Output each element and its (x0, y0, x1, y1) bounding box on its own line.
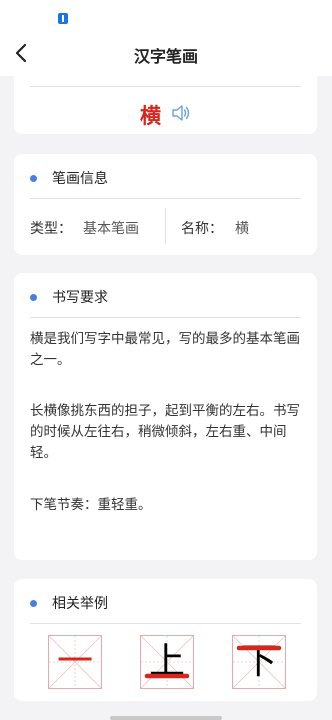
section-title: 笔画信息 (52, 171, 108, 187)
type-value: 基本笔画 (83, 221, 139, 237)
requirement-paragraph: 长横像挑东西的担子，起到平衡的左右。书写的时候从左往右，稍微倾斜，左右重、中间轻… (30, 403, 300, 461)
stroke-display-card: 横 (14, 76, 317, 134)
writing-requirements-card: 书写要求 横是我们写字中最常见，写的最多的基本笔画之一。 长横像挑东西的担子，起… (14, 273, 317, 560)
home-indicator[interactable] (110, 716, 222, 720)
section-title: 相关举例 (52, 596, 108, 612)
name-label: 名称： (181, 221, 223, 237)
bullet-dot (30, 294, 37, 301)
example-char-box[interactable]: 一 (48, 635, 102, 689)
example-char: 一 (56, 641, 93, 682)
top-nav-bar: 汉字笔画 (0, 30, 332, 76)
requirement-paragraph: 下笔节奏：重轻重。 (30, 497, 152, 513)
page-title: 汉字笔画 (133, 47, 198, 66)
stroke-character: 横 (140, 104, 161, 128)
highlight-stroke-icon (236, 645, 282, 651)
section-title: 书写要求 (52, 290, 108, 306)
divider (30, 317, 301, 318)
name-value: 横 (235, 221, 249, 237)
bullet-dot (30, 600, 37, 607)
stroke-info-card: 笔画信息 类型： 基本笔画 名称： 横 (14, 154, 317, 255)
vertical-divider (165, 208, 166, 244)
divider (30, 198, 301, 199)
divider (30, 623, 301, 624)
highlight-stroke-icon (144, 673, 190, 679)
type-label: 类型： (30, 221, 72, 237)
requirement-paragraph: 横是我们写字中最常见，写的最多的基本笔画之一。 (30, 331, 300, 368)
divider (30, 86, 301, 87)
bullet-dot (30, 175, 37, 182)
status-bar (0, 0, 332, 30)
notification-icon (58, 13, 68, 24)
example-char-box[interactable]: 下 (232, 635, 286, 689)
speaker-icon[interactable] (170, 102, 192, 124)
example-char-box[interactable]: 上 (140, 635, 194, 689)
examples-card: 相关举例 一 上 下 (14, 579, 317, 701)
